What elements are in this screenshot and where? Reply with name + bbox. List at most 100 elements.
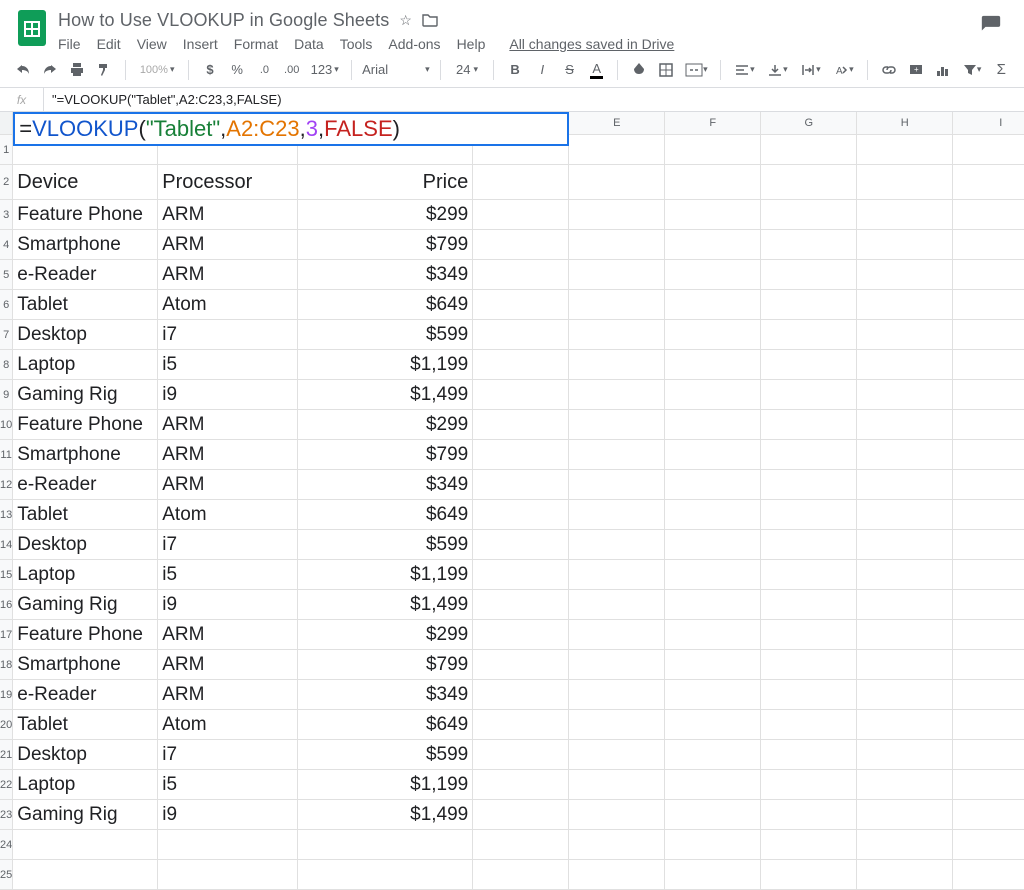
cell[interactable] <box>569 560 665 590</box>
cell[interactable] <box>473 650 569 680</box>
cell[interactable] <box>857 680 953 710</box>
move-folder-icon[interactable] <box>422 13 438 27</box>
cell[interactable] <box>953 620 1024 650</box>
cell[interactable] <box>473 165 569 200</box>
cell[interactable]: ARM <box>158 260 298 290</box>
cell[interactable] <box>13 860 158 890</box>
cell[interactable]: i5 <box>158 770 298 800</box>
cell[interactable]: $1,199 <box>298 560 473 590</box>
col-E[interactable]: E <box>569 112 665 135</box>
cell[interactable]: $299 <box>298 410 473 440</box>
cell[interactable]: i9 <box>158 800 298 830</box>
cell[interactable] <box>953 200 1024 230</box>
font-family[interactable]: Arial▾ <box>362 62 430 77</box>
cell[interactable] <box>857 320 953 350</box>
cell[interactable] <box>665 530 761 560</box>
cell[interactable] <box>13 830 158 860</box>
cell[interactable] <box>473 200 569 230</box>
cell[interactable] <box>857 230 953 260</box>
cell[interactable] <box>665 830 761 860</box>
cell[interactable] <box>665 500 761 530</box>
cell[interactable] <box>569 860 665 890</box>
cell[interactable] <box>953 135 1024 165</box>
cell[interactable]: $1,499 <box>298 800 473 830</box>
cell[interactable] <box>473 770 569 800</box>
row-header-25[interactable]: 25 <box>0 860 12 890</box>
cell[interactable] <box>665 560 761 590</box>
cell[interactable]: ARM <box>158 680 298 710</box>
cell[interactable] <box>953 530 1024 560</box>
cell[interactable] <box>569 440 665 470</box>
strikethrough-icon[interactable]: S <box>559 59 580 81</box>
cell[interactable] <box>857 410 953 440</box>
cell[interactable]: $1,499 <box>298 380 473 410</box>
cell[interactable] <box>953 500 1024 530</box>
text-wrap-icon[interactable]: ▾ <box>797 59 824 81</box>
col-H[interactable]: H <box>857 112 953 135</box>
cell[interactable] <box>857 620 953 650</box>
zoom-level[interactable]: 100%▾ <box>136 64 178 76</box>
cell[interactable] <box>761 470 857 500</box>
row-header-4[interactable]: 4 <box>0 230 12 260</box>
menu-addons[interactable]: Add-ons <box>388 36 440 52</box>
cell[interactable] <box>953 260 1024 290</box>
cell[interactable] <box>953 440 1024 470</box>
vertical-align-icon[interactable]: ▾ <box>764 59 791 81</box>
cell[interactable]: Tablet <box>13 710 158 740</box>
cell[interactable] <box>953 410 1024 440</box>
cell[interactable] <box>473 620 569 650</box>
cell[interactable] <box>761 620 857 650</box>
cell[interactable] <box>473 380 569 410</box>
cell[interactable]: ARM <box>158 230 298 260</box>
cell[interactable]: $649 <box>298 710 473 740</box>
cell[interactable] <box>857 290 953 320</box>
cell[interactable] <box>953 230 1024 260</box>
cell[interactable]: i9 <box>158 380 298 410</box>
cell[interactable] <box>569 230 665 260</box>
cell[interactable] <box>857 830 953 860</box>
insert-comment-icon[interactable]: + <box>905 59 926 81</box>
cell[interactable] <box>569 800 665 830</box>
cell[interactable] <box>953 560 1024 590</box>
cell[interactable] <box>569 380 665 410</box>
cell[interactable] <box>761 740 857 770</box>
undo-icon[interactable] <box>12 59 33 81</box>
row-header-5[interactable]: 5 <box>0 260 12 290</box>
row-header-18[interactable]: 18 <box>0 650 12 680</box>
cell[interactable] <box>761 800 857 830</box>
decrease-decimal-icon[interactable]: .0 <box>254 59 275 81</box>
cell[interactable]: Laptop <box>13 560 158 590</box>
cell[interactable]: Feature Phone <box>13 200 158 230</box>
row-header-3[interactable]: 3 <box>0 200 12 230</box>
cell[interactable]: Feature Phone <box>13 410 158 440</box>
star-icon[interactable]: ☆ <box>399 12 412 29</box>
row-header-1[interactable]: 1 <box>0 135 12 165</box>
cell[interactable] <box>761 165 857 200</box>
italic-icon[interactable]: I <box>532 59 553 81</box>
cell[interactable]: i9 <box>158 590 298 620</box>
merge-cells-icon[interactable]: ▾ <box>683 59 710 81</box>
menu-format[interactable]: Format <box>234 36 278 52</box>
cell[interactable] <box>953 165 1024 200</box>
cell[interactable] <box>761 650 857 680</box>
cell[interactable]: $599 <box>298 320 473 350</box>
cell[interactable] <box>953 290 1024 320</box>
cell[interactable] <box>857 260 953 290</box>
cell[interactable] <box>665 135 761 165</box>
insert-chart-icon[interactable] <box>932 59 953 81</box>
cell[interactable] <box>569 500 665 530</box>
row-header-6[interactable]: 6 <box>0 290 12 320</box>
cell[interactable] <box>761 200 857 230</box>
cell[interactable]: Atom <box>158 290 298 320</box>
cell[interactable]: Price <box>298 165 473 200</box>
cell[interactable] <box>473 710 569 740</box>
cell[interactable] <box>761 830 857 860</box>
row-header-9[interactable]: 9 <box>0 380 12 410</box>
more-formats[interactable]: 123▾ <box>308 59 341 81</box>
cell[interactable] <box>665 320 761 350</box>
cell[interactable] <box>569 590 665 620</box>
menu-data[interactable]: Data <box>294 36 324 52</box>
cell[interactable] <box>473 410 569 440</box>
cell[interactable]: Gaming Rig <box>13 590 158 620</box>
cell[interactable] <box>569 740 665 770</box>
